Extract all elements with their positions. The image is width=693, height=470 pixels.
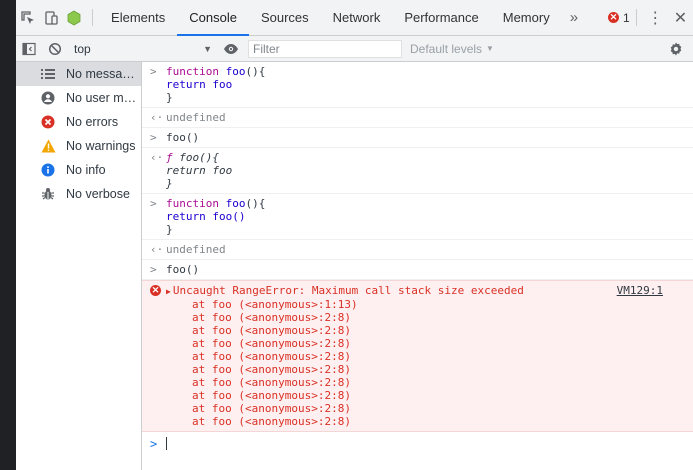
console-input-entry: > foo() — [142, 260, 693, 280]
more-tabs-button[interactable]: » — [562, 0, 586, 35]
chevron-right-icon: > — [150, 65, 157, 78]
stack-frame: at foo (<anonymous>:2:8) — [192, 324, 351, 337]
code-line: } — [166, 91, 173, 104]
code-line: return foo() — [166, 210, 246, 223]
window-edge — [0, 0, 16, 470]
sidebar-item-user-messages[interactable]: No user me... — [16, 86, 141, 110]
error-count: 1 — [623, 10, 630, 25]
filter-input[interactable] — [248, 39, 402, 58]
return-arrow-icon: ‹· — [150, 243, 164, 256]
device-toolbar-icon[interactable] — [39, 0, 62, 35]
triangle-right-icon: ▶ — [166, 287, 171, 296]
console-messages: > function foo(){ return foo } ‹· undefi… — [142, 62, 693, 470]
code-line: ƒ foo(){ — [166, 151, 219, 164]
error-stack-trace: at foo (<anonymous>:1:13) at foo (<anonym… — [166, 298, 693, 428]
console-input-entry: > function foo(){ return foo } — [142, 62, 693, 108]
console-result: ‹· undefined — [142, 240, 693, 260]
list-icon — [40, 66, 56, 82]
dropdown-arrow-icon: ▼ — [203, 43, 212, 54]
close-icon[interactable]: ✕ — [668, 0, 693, 35]
error-source-link[interactable]: VM129:1 — [617, 284, 663, 298]
tab-sources[interactable]: Sources — [249, 0, 321, 35]
chevron-right-icon: > — [150, 437, 158, 451]
user-icon — [40, 90, 56, 106]
code-line: function foo(){ — [166, 197, 266, 210]
error-count-badge[interactable]: ✕ 1 — [608, 0, 630, 35]
code-line: return foo — [166, 164, 233, 177]
code-line: } — [166, 223, 173, 236]
console-error-message: ✕ ▶ Uncaught RangeError: Maximum call sta… — [142, 280, 693, 432]
warning-icon — [40, 138, 56, 154]
devtools-tab-bar: Elements Console Sources Network Perform… — [16, 0, 693, 36]
bug-icon — [40, 186, 56, 202]
console-input-entry: > foo() — [142, 128, 693, 148]
sidebar-item-label: No errors — [66, 115, 119, 129]
error-header: ▶ Uncaught RangeError: Maximum call stack… — [166, 284, 693, 298]
more-options-icon[interactable]: ⋮ — [643, 0, 668, 35]
live-expression-eye-icon[interactable] — [218, 36, 244, 62]
error-icon: ✕ — [608, 12, 620, 23]
stack-frame: at foo (<anonymous>:2:8) — [192, 402, 351, 415]
stack-frame: at foo (<anonymous>:2:8) — [192, 350, 351, 363]
toolbar-divider — [635, 9, 637, 26]
error-message: Uncaught RangeError: Maximum call stack … — [172, 284, 524, 297]
error-icon: ✕ — [150, 285, 161, 296]
tab-network[interactable]: Network — [321, 0, 393, 35]
gear-icon[interactable] — [663, 36, 689, 62]
sidebar-item-label: No verbose — [66, 187, 130, 201]
chevron-right-icon: > — [150, 131, 157, 144]
sidebar-item-verbose[interactable]: No verbose — [16, 182, 141, 206]
console-toolbar: top ▼ Default levels ▼ — [16, 36, 693, 62]
stack-frame: at foo (<anonymous>:2:8) — [192, 376, 351, 389]
stack-frame: at foo (<anonymous>:2:8) — [192, 389, 351, 402]
return-arrow-icon: ‹· — [150, 151, 164, 164]
clear-console-icon[interactable] — [42, 36, 68, 62]
sidebar-item-label: No user me... — [66, 91, 141, 105]
chevron-right-icon: > — [150, 197, 157, 210]
sidebar-item-messages[interactable]: No messages — [16, 62, 141, 86]
chevron-right-icon: > — [150, 263, 157, 276]
sidebar-item-label: No info — [66, 163, 106, 177]
console-input-entry: > function foo(){ return foo() } — [142, 194, 693, 240]
inspect-element-icon[interactable] — [16, 0, 39, 35]
code-line: function foo(){ — [166, 65, 266, 78]
sidebar-item-info[interactable]: No info — [16, 158, 141, 182]
sidebar-item-warnings[interactable]: No warnings — [16, 134, 141, 158]
info-icon — [40, 162, 56, 178]
context-selector[interactable]: top ▼ — [68, 36, 218, 62]
tab-console[interactable]: Console — [177, 0, 249, 36]
text-cursor — [166, 436, 167, 450]
log-levels-dropdown[interactable]: Default levels ▼ — [410, 42, 494, 56]
error-expand-toggle[interactable]: ▶ Uncaught RangeError: Maximum call stack… — [166, 284, 524, 298]
stack-frame: at foo (<anonymous>:2:8) — [192, 337, 351, 350]
stack-frame: at foo (<anonymous>:2:8) — [192, 415, 351, 428]
stack-frame: at foo (<anonymous>:2:8) — [192, 363, 351, 376]
sidebar-toggle-icon[interactable] — [16, 36, 42, 62]
tab-memory[interactable]: Memory — [491, 0, 562, 35]
toolbar-divider — [92, 9, 94, 26]
error-icon — [40, 114, 56, 130]
console-result: ‹· ƒ foo(){ return foo } — [142, 148, 693, 194]
console-sidebar: No messages No user me... No errors No w… — [16, 62, 142, 470]
dropdown-arrow-icon: ▼ — [486, 44, 494, 53]
sidebar-item-label: No messages — [66, 67, 141, 81]
tab-elements[interactable]: Elements — [99, 0, 177, 35]
sidebar-item-label: No warnings — [66, 139, 136, 153]
console-result: ‹· undefined — [142, 108, 693, 128]
stack-frame: at foo (<anonymous>:2:8) — [192, 311, 351, 324]
code-line: return foo — [166, 78, 233, 91]
log-levels-label: Default levels — [410, 41, 483, 56]
tab-performance[interactable]: Performance — [392, 0, 490, 35]
stack-frame: at foo (<anonymous>:1:13) — [192, 298, 358, 311]
code-line: } — [166, 177, 173, 190]
sidebar-item-errors[interactable]: No errors — [16, 110, 141, 134]
return-arrow-icon: ‹· — [150, 111, 164, 124]
node-icon[interactable] — [63, 0, 86, 35]
context-value: top — [74, 41, 91, 56]
console-prompt[interactable]: > — [142, 432, 693, 454]
